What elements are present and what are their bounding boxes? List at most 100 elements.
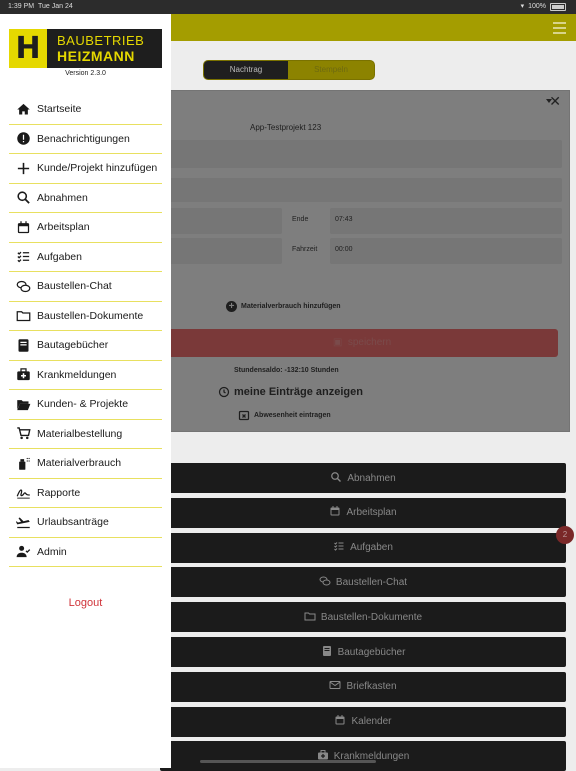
drawer-item-label: Krankmeldungen	[37, 368, 117, 381]
drawer-item-label: Bautagebücher	[37, 339, 109, 352]
save-icon: ▣	[332, 337, 343, 348]
hamburger-menu-icon[interactable]	[553, 22, 566, 37]
status-right: ▾ 100%	[521, 0, 566, 14]
break-input[interactable]	[166, 238, 282, 264]
book-icon	[15, 337, 31, 353]
nav-button-label: Baustellen-Dokumente	[320, 611, 423, 623]
wifi-icon: ▾	[520, 3, 525, 10]
absence-button[interactable]: Abwesenheit eintragen	[238, 409, 331, 421]
nav-button-aufgaben[interactable]: Aufgaben	[160, 532, 566, 563]
folder-icon	[15, 308, 31, 324]
drawer-item-label: Baustellen-Chat	[37, 280, 112, 293]
cart-icon	[15, 426, 31, 442]
notification-badge: 2	[556, 526, 574, 544]
drawer-item-label: Arbeitsplan	[37, 221, 90, 234]
nav-button-baustellen-chat[interactable]: Baustellen-Chat	[160, 567, 566, 598]
end-input[interactable]: 07:43	[330, 208, 562, 234]
segment-nachtrag[interactable]: Nachtrag	[204, 61, 288, 79]
my-entries-button[interactable]: meine Einträge anzeigen	[218, 386, 363, 398]
drawer-item-materialverbrauch[interactable]: Materialverbrauch	[9, 449, 162, 479]
user-check-icon	[15, 544, 31, 560]
status-time: 1:39 PM Tue Jan 24	[8, 3, 73, 10]
drive-input[interactable]: 00:00	[330, 238, 562, 264]
drawer-item-label: Benachrichtigungen	[37, 132, 130, 145]
drawer-item-benachrichtigungen[interactable]: Benachrichtigungen	[9, 125, 162, 154]
segment-stempeln[interactable]: Stempeln	[288, 61, 374, 79]
drawer-item-krankmeldungen[interactable]: Krankmeldungen	[9, 361, 162, 390]
alert-icon	[15, 131, 31, 147]
clear-icon[interactable]: ✕	[549, 93, 561, 110]
drawer-item-label: Urlaubsanträge	[37, 516, 109, 529]
side-drawer: H BAUBETRIEB HEIZMANN Version 2.3.0 Star…	[0, 14, 171, 768]
status-bar: 1:39 PM Tue Jan 24 ▾ 100%	[0, 0, 576, 14]
nav-button-bautagebücher[interactable]: Bautagebücher	[160, 637, 566, 667]
nav-button-briefkasten[interactable]: Briefkasten	[160, 671, 566, 702]
drawer-item-label: Admin	[37, 545, 67, 558]
drive-value: 00:00	[335, 246, 353, 253]
drawer-item-rapporte[interactable]: Rapporte	[9, 479, 162, 508]
project-name: App-Testprojekt 123	[250, 123, 322, 132]
nav-button-label: Baustellen-Chat	[335, 576, 408, 588]
plus-icon	[15, 160, 31, 176]
date-input[interactable]	[166, 178, 562, 202]
search-icon	[330, 471, 342, 486]
save-button[interactable]: ▣ speichern	[166, 329, 558, 357]
search-icon	[15, 190, 31, 206]
nav-button-kalender[interactable]: Kalender	[160, 706, 566, 737]
drawer-item-kunde-projekt-hinzufügen[interactable]: Kunde/Projekt hinzufügen	[9, 154, 162, 184]
drawer-item-label: Baustellen-Dokumente	[37, 309, 144, 322]
drawer-item-admin[interactable]: Admin	[9, 538, 162, 567]
plane-icon	[15, 514, 31, 530]
drawer-item-materialbestellung[interactable]: Materialbestellung	[9, 420, 162, 449]
drawer-item-arbeitsplan[interactable]: Arbeitsplan	[9, 213, 162, 243]
logout-button[interactable]: Logout	[0, 597, 171, 609]
home-icon	[15, 101, 31, 117]
end-label: Ende	[292, 216, 309, 223]
drawer-item-label: Startseite	[37, 103, 82, 116]
nav-button-label: Briefkasten	[346, 681, 397, 693]
nav-button-label: Aufgaben	[350, 542, 393, 554]
nav-button-arbeitsplan[interactable]: Arbeitsplan	[160, 497, 566, 528]
clock-icon	[218, 386, 230, 398]
plus-circle-icon: +	[226, 301, 237, 312]
drawer-item-bautagebücher[interactable]: Bautagebücher	[9, 331, 162, 361]
calendar-icon	[334, 714, 346, 729]
spray-icon	[15, 455, 31, 471]
drawer-item-baustellen-dokumente[interactable]: Baustellen-Dokumente	[9, 302, 162, 331]
drawer-item-aufgaben[interactable]: Aufgaben	[9, 243, 162, 272]
signature-icon	[15, 485, 31, 501]
activity-input[interactable]	[166, 140, 562, 168]
folder-open-icon	[15, 396, 31, 412]
drawer-item-abnahmen[interactable]: Abnahmen	[9, 184, 162, 213]
tasks-icon	[333, 540, 345, 555]
hours-balance: Stundensaldo: -132:10 Stunden	[234, 367, 339, 374]
chat-icon	[319, 575, 331, 590]
calendar-icon	[15, 219, 31, 235]
nav-button-baustellen-dokumente[interactable]: Baustellen-Dokumente	[160, 602, 566, 633]
drawer-menu: Startseite Benachrichtigungen Kunde/Projek…	[9, 95, 162, 567]
mode-segmented-control[interactable]: Nachtrag Stempeln	[203, 60, 375, 80]
drawer-item-urlaubsanträge[interactable]: Urlaubsanträge	[9, 508, 162, 538]
nav-button-label: Kalender	[351, 716, 392, 728]
drawer-item-label: Materialbestellung	[37, 427, 123, 440]
nav-button-label: Bautagebücher	[337, 646, 406, 658]
company-logo: H BAUBETRIEB HEIZMANN	[9, 29, 162, 68]
nav-button-krankmeldungen[interactable]: Krankmeldungen	[160, 741, 566, 771]
drawer-item-startseite[interactable]: Startseite	[9, 95, 162, 125]
medkit-icon	[15, 367, 31, 383]
drawer-item-baustellen-chat[interactable]: Baustellen-Chat	[9, 272, 162, 302]
home-indicator	[200, 760, 376, 763]
battery-icon	[550, 3, 566, 11]
folder-icon	[304, 610, 316, 625]
add-material-button[interactable]: + Materialverbrauch hinzufügen	[226, 301, 341, 312]
drawer-item-kunden-projekte[interactable]: Kunden- & Projekte	[9, 390, 162, 420]
app-version: Version 2.3.0	[65, 70, 106, 77]
calendar-x-icon	[238, 410, 250, 421]
start-input[interactable]	[166, 208, 282, 234]
tasks-icon	[15, 249, 31, 265]
drawer-item-label: Materialverbrauch	[37, 457, 122, 470]
drawer-item-label: Rapporte	[37, 486, 81, 499]
nav-button-label: Abnahmen	[347, 472, 396, 484]
drawer-item-label: Kunden- & Projekte	[37, 398, 129, 411]
nav-button-abnahmen[interactable]: Abnahmen	[160, 463, 566, 493]
